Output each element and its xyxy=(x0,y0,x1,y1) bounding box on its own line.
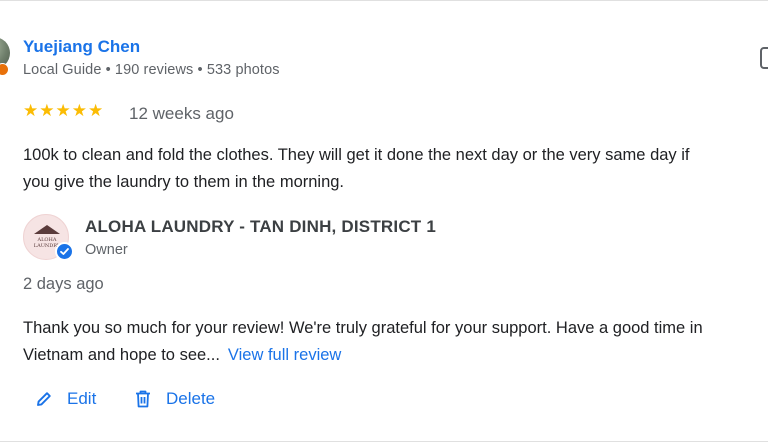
view-full-review-link[interactable]: View full review xyxy=(228,346,341,364)
review-text: 100k to clean and fold the clothes. They… xyxy=(23,142,768,196)
local-guide-icon xyxy=(0,63,9,76)
star-rating: ★★★★★ xyxy=(23,101,105,120)
logo-roof-icon xyxy=(34,225,60,234)
reviewer-meta: Local Guide • 190 reviews • 533 photos xyxy=(23,62,280,78)
reply-text-line-2: Vietnam and hope to see... View full revi… xyxy=(23,342,768,369)
review-text-line: 100k to clean and fold the clothes. They… xyxy=(23,146,690,164)
verified-icon xyxy=(55,242,74,261)
review-text-line: you give the laundry to them in the morn… xyxy=(23,173,345,191)
delete-button[interactable]: Delete xyxy=(134,387,215,411)
reply-text-line: Thank you so much for your review! We're… xyxy=(23,319,703,337)
more-icon[interactable] xyxy=(760,47,768,69)
reply-text: Thank you so much for your review! We're… xyxy=(23,315,768,369)
reviewer-name[interactable]: Yuejiang Chen xyxy=(23,37,140,57)
reply-time: 2 days ago xyxy=(23,275,104,293)
edit-label: Edit xyxy=(67,389,97,408)
edit-button[interactable]: Edit xyxy=(35,387,96,411)
trash-icon xyxy=(136,390,150,408)
review-card: Yuejiang Chen Local Guide • 190 reviews … xyxy=(0,0,768,442)
review-time: 12 weeks ago xyxy=(129,104,234,123)
owner-role: Owner xyxy=(85,242,128,258)
pencil-icon xyxy=(37,392,51,406)
owner-name: ALOHA LAUNDRY - TAN DINH, DISTRICT 1 xyxy=(85,217,436,236)
delete-label: Delete xyxy=(166,389,216,408)
reply-text-end: Vietnam and hope to see... xyxy=(23,346,220,364)
